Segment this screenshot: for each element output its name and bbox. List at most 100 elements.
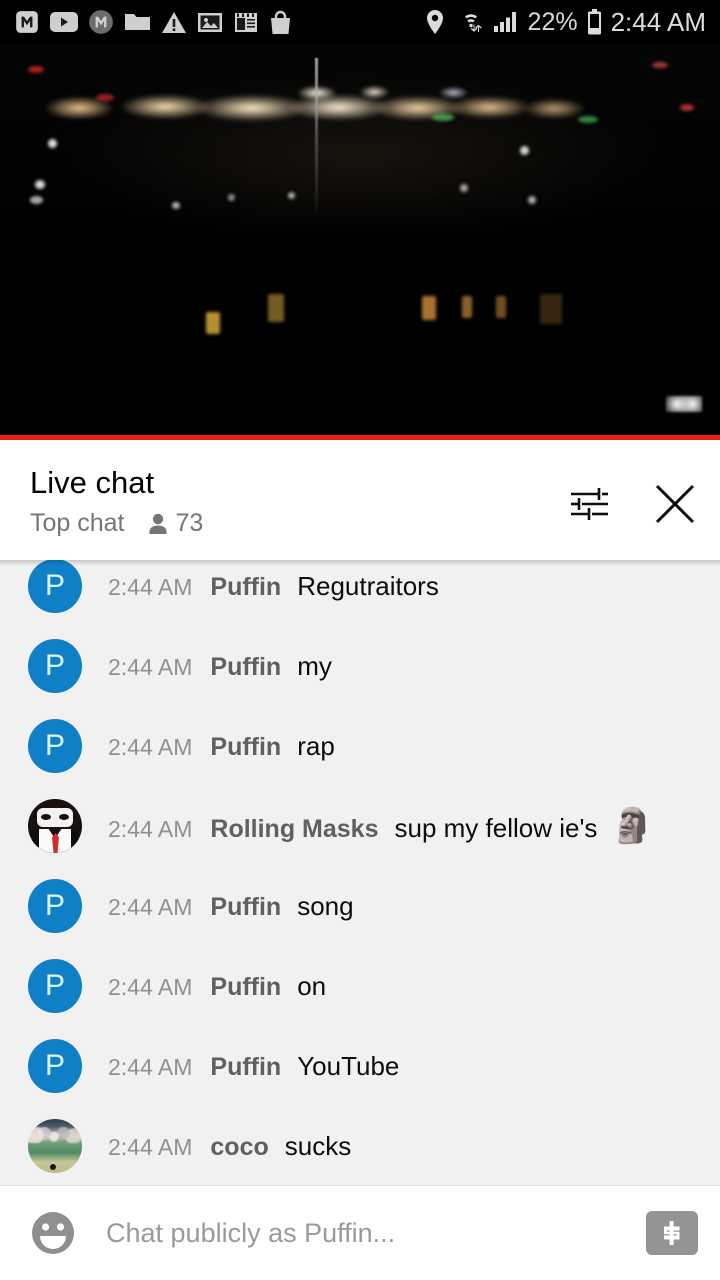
chat-message-body: 2:44 AM Puffin on (108, 971, 326, 1002)
light-dot (172, 202, 180, 209)
light-dot (432, 114, 454, 121)
close-chat-button[interactable] (652, 481, 698, 527)
header-shadow (0, 560, 720, 566)
avatar-letter: P (44, 729, 65, 762)
window-light (206, 312, 220, 334)
message-timestamp: 2:44 AM (108, 1133, 193, 1160)
shopping-bag-icon (271, 10, 290, 34)
message-timestamp: 2:44 AM (108, 653, 193, 680)
window-light (268, 294, 284, 322)
message-timestamp: 2:44 AM (108, 733, 193, 760)
m-rounded-icon (16, 11, 38, 33)
youtube-live-chat-screen: 22% 2:44 AM Live chat Top chat 73 P 2:44… (0, 0, 720, 1280)
video-player[interactable] (0, 44, 720, 440)
avatar-crowd (28, 1127, 82, 1143)
message-author[interactable]: Puffin (210, 653, 281, 682)
chat-mode-label[interactable]: Top chat (30, 509, 125, 538)
light-dot (520, 146, 529, 155)
emoji-smiley-icon (32, 1212, 74, 1254)
vehicle-headlights (666, 396, 702, 412)
image-icon (198, 12, 222, 32)
light-dot (28, 66, 44, 73)
page-title: Live chat (30, 465, 155, 500)
message-text: sup my fellow ie's (394, 812, 598, 843)
battery-icon (587, 9, 601, 35)
message-author[interactable]: Puffin (210, 573, 281, 602)
avatar[interactable]: P (28, 1039, 82, 1093)
viewer-count: 73 (147, 509, 204, 538)
message-author[interactable]: Puffin (210, 1053, 281, 1082)
message-timestamp: 2:44 AM (108, 573, 193, 600)
chat-message-row[interactable]: P 2:44 AM Puffin my (0, 626, 720, 706)
light-dot (288, 192, 295, 199)
live-chat-header: Live chat Top chat 73 (0, 445, 720, 560)
light-dot (30, 196, 43, 204)
antenna-pole (315, 58, 318, 213)
chat-message-row[interactable]: 2:44 AM Rolling Masks sup my fellow ie's 🗿 (0, 786, 720, 866)
avatar-mask (37, 808, 73, 827)
clock-label: 2:44 AM (610, 6, 706, 37)
moai-emoji-icon: 🗿 (611, 806, 654, 845)
avatar-letter: P (44, 569, 65, 602)
chat-input[interactable] (106, 1217, 634, 1249)
battery-percent-label: 22% (527, 7, 578, 36)
message-text: my (297, 650, 332, 681)
avatar-letter: P (44, 969, 65, 1002)
super-chat-button[interactable] (646, 1211, 698, 1255)
emoji-picker-button[interactable] (28, 1208, 78, 1258)
cellular-signal-icon (493, 12, 516, 32)
chat-message-row[interactable]: P 2:44 AM Puffin Regutraitors (0, 560, 720, 626)
live-chat-subtitle: Top chat 73 (30, 509, 203, 538)
chat-message-list[interactable]: P 2:44 AM Puffin Regutraitors P 2:44 AM Puffin… (0, 560, 720, 1185)
avatar[interactable]: P (28, 560, 82, 613)
light-dot (228, 194, 235, 201)
warning-triangle-icon (162, 11, 186, 33)
status-bar-notification-icons (14, 9, 292, 35)
message-timestamp: 2:44 AM (108, 973, 193, 1000)
chat-message-row[interactable]: P 2:44 AM Puffin rap (0, 706, 720, 786)
chat-message-row[interactable]: P 2:44 AM Puffin song (0, 866, 720, 946)
light-dot (528, 196, 536, 204)
chat-message-row[interactable]: P 2:44 AM Puffin YouTube (0, 1026, 720, 1106)
avatar-letter: P (44, 649, 65, 682)
message-author[interactable]: Puffin (210, 733, 281, 762)
avatar[interactable]: P (28, 959, 82, 1013)
avatar[interactable]: P (28, 719, 82, 773)
message-timestamp: 2:44 AM (108, 893, 193, 920)
message-text: on (297, 970, 327, 1001)
message-author[interactable]: coco (210, 1133, 268, 1162)
window-light (540, 294, 562, 324)
message-author[interactable]: Puffin (210, 893, 281, 922)
light-dot (460, 184, 468, 192)
message-text: Regutraitors (297, 570, 439, 601)
folder-icon (125, 14, 150, 30)
avatar[interactable]: P (28, 639, 82, 693)
message-timestamp: 2:44 AM (108, 1053, 193, 1080)
location-pin-icon (426, 10, 443, 34)
avatar[interactable] (28, 799, 82, 853)
message-author[interactable]: Rolling Masks (210, 815, 378, 844)
dollar-sign-icon (664, 1221, 680, 1245)
chat-message-body: 2:44 AM Puffin my (108, 651, 332, 682)
chat-message-row[interactable]: P 2:44 AM Puffin on (0, 946, 720, 1026)
youtube-icon (50, 12, 78, 32)
viewer-count-label: 73 (175, 509, 204, 537)
chat-message-row[interactable]: 2:44 AM coco sucks (0, 1106, 720, 1185)
live-chat-actions (568, 463, 698, 527)
avatar[interactable]: P (28, 879, 82, 933)
message-timestamp: 2:44 AM (108, 815, 193, 842)
light-dot (35, 180, 45, 189)
light-dot (578, 116, 598, 123)
chat-message-body: 2:44 AM Rolling Masks sup my fellow ie's 🗿 (108, 809, 654, 844)
status-bar-system-icons: 22% 2:44 AM (425, 7, 706, 38)
tune-filter-icon (571, 488, 608, 520)
chat-composer (0, 1185, 720, 1280)
video-progress-bar[interactable] (0, 435, 720, 440)
message-text: rap (297, 730, 335, 761)
tune-filter-button[interactable] (568, 483, 610, 525)
message-author[interactable]: Puffin (210, 973, 281, 1002)
avatar[interactable] (28, 1119, 82, 1173)
light-dot (680, 104, 694, 111)
avatar-letter: P (44, 1049, 65, 1082)
person-icon (149, 513, 167, 534)
